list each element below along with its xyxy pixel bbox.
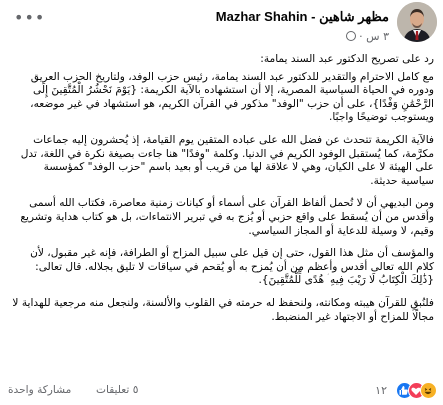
post-paragraph: فلنُبقِ للقرآن هيبته ومكانته، ولنحفظ له … <box>12 296 434 323</box>
shares-count[interactable]: مشاركة واحدة <box>8 384 71 396</box>
reaction-count[interactable]: ١٢ <box>375 384 387 397</box>
post-body: رد على تصريح الدكتور عبد السند يمامة: مع… <box>10 53 434 333</box>
author-name[interactable]: Mazhar Shahin - مظهر شاهين <box>216 9 389 25</box>
engagement-bar: مشاركة واحدة ٥ تعليقات ١٢ <box>0 380 443 402</box>
post-paragraph: مع كامل الاحترام والتقدير للدكتور عبد ال… <box>30 70 434 124</box>
globe-icon <box>345 31 356 41</box>
post-header: ••• Mazhar Shahin - مظهر شاهين ٣ س · <box>0 0 443 50</box>
post-paragraph: فالآية الكريمة تتحدث عن فضل الله على عبا… <box>20 133 434 187</box>
post-paragraph: والمؤسف أن مثل هذا القول، حتى إن قيل على… <box>30 247 434 287</box>
post-meta: ٣ س · <box>344 30 389 43</box>
post-paragraph: رد على تصريح الدكتور عبد السند يمامة: <box>260 53 434 65</box>
more-options-icon[interactable]: ••• <box>14 10 45 26</box>
post-timestamp[interactable]: ٣ س <box>366 30 389 43</box>
comments-count[interactable]: ٥ تعليقات <box>96 384 138 396</box>
author-avatar[interactable] <box>397 2 437 42</box>
haha-reaction-icon <box>420 382 437 399</box>
avatar-image <box>397 2 437 42</box>
post-paragraph: ومن البديهي أن لا تُحمل ألفاظ القرآن على… <box>20 197 434 237</box>
